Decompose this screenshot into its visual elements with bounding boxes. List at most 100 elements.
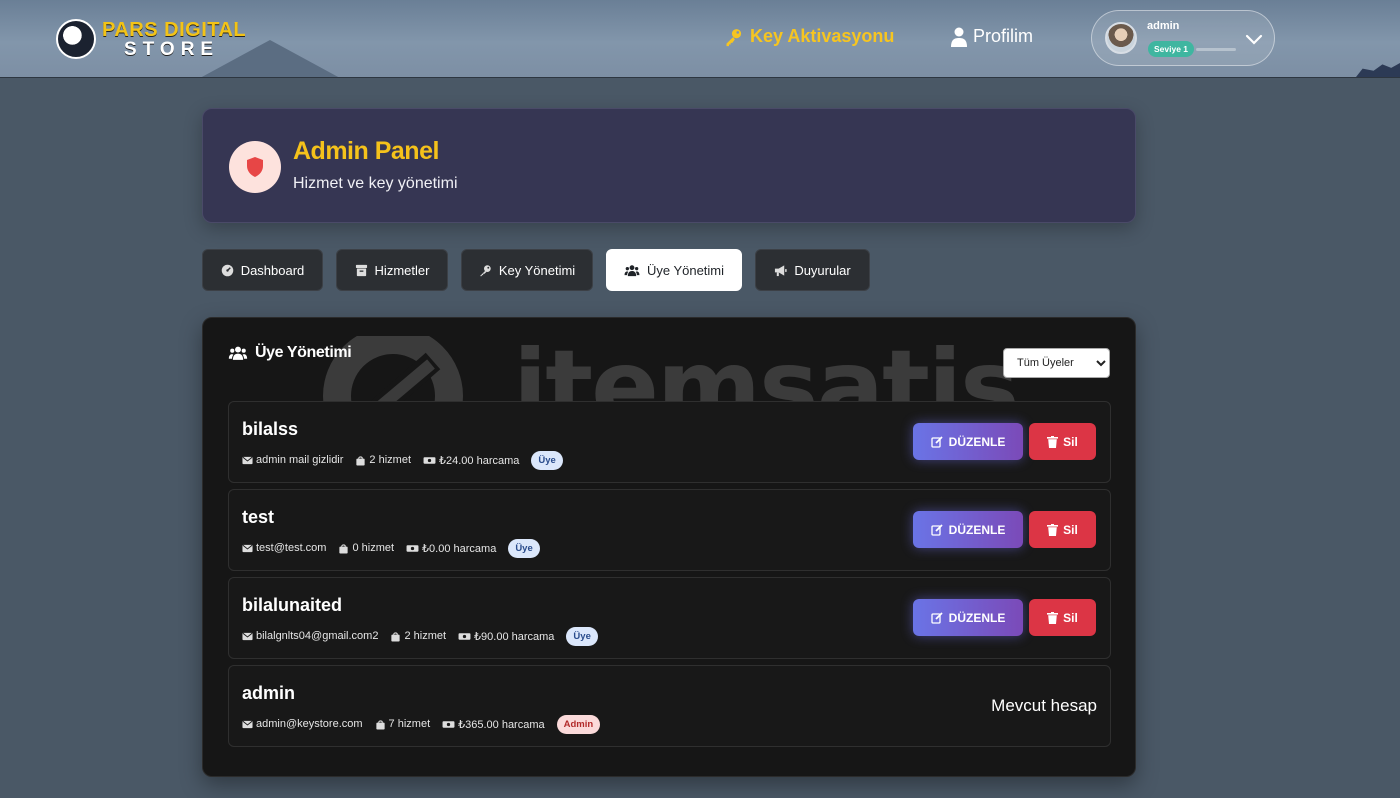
users-icon	[228, 346, 248, 360]
member-email: test@test.com	[256, 542, 327, 554]
brand-logo[interactable]: PARS DIGITAL STORE	[56, 16, 246, 62]
background-rocks	[1356, 63, 1400, 77]
users-icon	[624, 264, 640, 276]
tab-announcements[interactable]: Duyurular	[755, 249, 870, 291]
current-account-label: Mevcut hesap	[991, 696, 1097, 715]
bullhorn-icon	[775, 264, 787, 276]
chevron-down-icon	[1245, 34, 1263, 45]
nav-profile-label: Profilim	[973, 26, 1034, 46]
page-subtitle: Hizmet ve key yönetimi	[293, 175, 458, 192]
tachometer-icon	[221, 264, 233, 276]
role-badge: Üye	[531, 450, 563, 470]
member-meta: admin@keystore.com 7 hizmet ₺365.00 harc…	[242, 713, 601, 735]
user-menu[interactable]: admin Seviye 1	[1091, 10, 1275, 66]
level-progress-bar	[1196, 48, 1236, 51]
brand-line1: PARS DIGITAL	[102, 18, 247, 41]
user-name: admin	[1147, 20, 1180, 32]
nav-key-activation[interactable]: Key Aktivasyonu	[724, 26, 894, 47]
box-icon	[355, 264, 367, 276]
member-name: admin	[242, 683, 296, 703]
user-icon	[951, 27, 967, 47]
shield-badge	[229, 141, 281, 193]
panel-title-text: Üye Yönetimi	[255, 344, 352, 361]
level-badge: Seviye 1	[1148, 41, 1195, 57]
tab-label: Key Yönetimi	[498, 262, 576, 278]
tab-key-management[interactable]: Key Yönetimi	[461, 249, 593, 291]
edit-icon	[931, 435, 943, 448]
edit-button[interactable]: DÜZENLE	[913, 511, 1023, 548]
member-name: bilalss	[242, 419, 299, 439]
member-services: 2 hizmet	[369, 454, 411, 466]
brand-line2: STORE	[124, 38, 220, 60]
member-spending: ₺365.00 harcama	[458, 718, 545, 731]
avatar	[1105, 22, 1137, 54]
member-row: test test@test.com 0 hizmet ₺0.00 harcam…	[228, 489, 1111, 571]
tab-services[interactable]: Hizmetler	[336, 249, 448, 291]
member-meta: test@test.com 0 hizmet ₺0.00 harcama Üye	[242, 537, 540, 559]
member-meta: bilalgnlts04@gmail.com2 2 hizmet ₺90.00 …	[242, 625, 598, 647]
money-icon	[442, 720, 455, 728]
envelope-icon	[242, 544, 253, 552]
delete-button[interactable]: Sil	[1029, 423, 1096, 460]
delete-button[interactable]: Sil	[1029, 599, 1096, 636]
member-name: test	[242, 507, 275, 527]
delete-label: Sil	[1063, 610, 1078, 625]
role-badge: Üye	[508, 538, 540, 558]
edit-button[interactable]: DÜZENLE	[913, 599, 1023, 636]
member-services: 2 hizmet	[404, 630, 447, 642]
brand-text: PARS DIGITAL STORE	[102, 20, 246, 59]
member-row: bilalunaited bilalgnlts04@gmail.com2 2 h…	[228, 577, 1111, 659]
trash-icon	[1047, 523, 1059, 536]
page-title: Admin Panel	[293, 137, 439, 165]
tab-label: Dashboard	[240, 262, 305, 278]
panel-title: Üye Yönetimi	[228, 344, 352, 362]
top-navbar: PARS DIGITAL STORE Key Aktivasyonu Profi…	[0, 0, 1400, 78]
edit-label: DÜZENLE	[948, 522, 1006, 537]
member-spending: ₺90.00 harcama	[474, 630, 555, 643]
member-row: bilalss admin mail gizlidir 2 hizmet ₺24…	[228, 401, 1111, 483]
money-icon	[423, 456, 436, 464]
key-icon	[479, 264, 491, 276]
member-meta: admin mail gizlidir 2 hizmet ₺24.00 harc…	[242, 449, 563, 471]
edit-button[interactable]: DÜZENLE	[913, 423, 1023, 460]
edit-label: DÜZENLE	[948, 434, 1006, 449]
key-icon	[726, 28, 742, 46]
member-email: admin mail gizlidir	[256, 454, 344, 466]
member-email: admin@keystore.com	[256, 718, 363, 730]
envelope-icon	[242, 632, 253, 640]
trash-icon	[1047, 435, 1059, 448]
nav-profile[interactable]: Profilim	[951, 26, 1033, 47]
member-management-panel: itemsatis HESAP / SKIN / ITEM / E-PIN .C…	[202, 317, 1136, 777]
edit-icon	[931, 611, 943, 624]
tab-member-management[interactable]: Üye Yönetimi	[606, 249, 742, 291]
money-icon	[406, 544, 419, 552]
shield-icon	[247, 157, 263, 177]
bag-icon	[375, 719, 385, 730]
member-services: 7 hizmet	[388, 718, 431, 730]
edit-label: DÜZENLE	[948, 610, 1006, 625]
member-spending: ₺0.00 harcama	[422, 542, 497, 555]
role-badge: Admin	[556, 714, 601, 734]
member-row: admin admin@keystore.com 7 hizmet ₺365.0…	[228, 665, 1111, 747]
member-filter-select[interactable]: Tüm Üyeler	[1003, 348, 1110, 378]
tab-label: Hizmetler	[374, 262, 430, 278]
member-spending: ₺24.00 harcama	[439, 454, 520, 467]
bag-icon	[339, 543, 349, 554]
trash-icon	[1047, 611, 1059, 624]
member-services: 0 hizmet	[352, 542, 395, 554]
tab-label: Üye Yönetimi	[646, 262, 725, 278]
delete-button[interactable]: Sil	[1029, 511, 1096, 548]
role-badge: Üye	[566, 626, 598, 646]
bag-icon	[356, 455, 366, 466]
tab-label: Duyurular	[794, 262, 851, 278]
money-icon	[458, 632, 471, 640]
tab-dashboard[interactable]: Dashboard	[202, 249, 323, 291]
envelope-icon	[242, 456, 253, 464]
edit-icon	[931, 523, 943, 536]
member-name: bilalunaited	[242, 595, 343, 615]
panther-logo-icon	[56, 19, 96, 59]
delete-label: Sil	[1063, 522, 1078, 537]
admin-header-card: Admin Panel Hizmet ve key yönetimi	[202, 108, 1136, 223]
delete-label: Sil	[1063, 434, 1078, 449]
envelope-icon	[242, 720, 253, 728]
